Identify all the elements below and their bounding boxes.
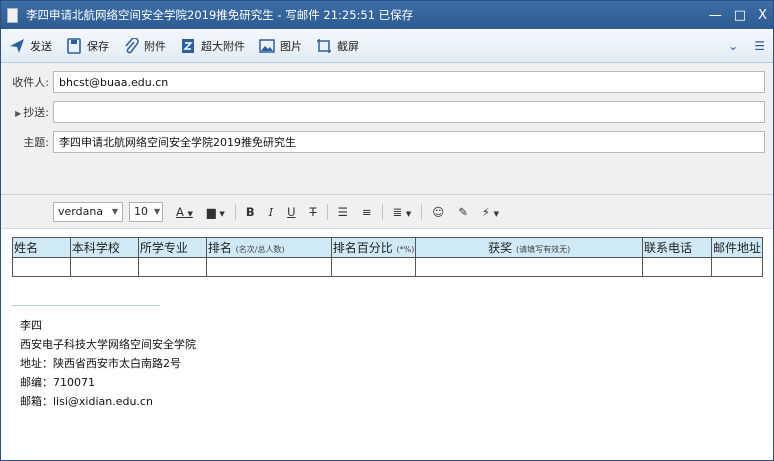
table-cell[interactable] <box>415 257 643 277</box>
screenshot-label: 截屏 <box>337 39 359 53</box>
attach-button[interactable]: 附件 <box>123 36 166 54</box>
archive-icon <box>180 38 196 54</box>
table-header-cell: 姓名 <box>12 237 71 258</box>
window-controls: — □ X <box>709 8 767 23</box>
paperclip-icon <box>123 36 139 54</box>
numbered-list-icon[interactable]: ≡ <box>362 205 372 219</box>
table-cell[interactable] <box>330 257 417 277</box>
compose-window: 李四申请北航网络空间安全学院2019推免研究生 - 写邮件 21:25:51 已… <box>0 0 774 461</box>
table-cell[interactable] <box>12 257 71 277</box>
triangle-right-icon: ▶ <box>15 109 22 118</box>
format-painter-icon[interactable]: ✎ <box>458 205 468 219</box>
divider <box>326 203 328 220</box>
format-toolbar: verdana ▼ 10 ▼ A ▼ ▆ ▼ B I U T ☰ ≡ ≣ ▼ ☺ ✎… <box>1 195 773 229</box>
table-row <box>12 257 764 277</box>
table-header-cell: 所学专业 <box>137 237 207 258</box>
save-button[interactable]: 保存 <box>66 37 109 54</box>
maximize-button[interactable]: □ <box>734 8 746 23</box>
signature-postcode: 邮编：710071 <box>20 376 95 389</box>
to-input[interactable] <box>53 71 765 93</box>
chevron-down-icon: ▼ <box>154 207 161 216</box>
font-size-select[interactable]: 10 ▼ <box>129 201 163 222</box>
toolbar-right: ⌄ ☰ <box>728 39 765 53</box>
signature: 李四 西安电子科技大学网络空间安全学院 地址：陕西省西安市太白南路2号 邮编：7… <box>20 316 196 411</box>
underline-icon[interactable]: U <box>287 205 295 219</box>
table-header-cell: 获奖 (请填写有效无) <box>415 237 643 258</box>
signature-school: 西安电子科技大学网络空间安全学院 <box>20 338 196 351</box>
bullet-list-icon[interactable]: ☰ <box>338 205 348 219</box>
magic-wand-icon[interactable]: ⚡ ▼ <box>482 205 499 219</box>
font-size-value: 10 <box>134 205 148 218</box>
cc-label-wrap[interactable]: ▶ 抄送: <box>9 104 53 120</box>
cc-row: ▶ 抄送: <box>9 97 765 127</box>
send-label: 发送 <box>30 39 52 53</box>
message-body[interactable]: 姓名 本科学校 所学专业 排名 (名次/总人数) 排名百分比 (*%) 获奖 (… <box>1 229 773 459</box>
big-attach-label: 超大附件 <box>201 39 245 53</box>
minimize-button[interactable]: — <box>709 8 722 23</box>
subject-label: 主题: <box>23 136 49 149</box>
toolbar: 发送 保存 附件 超大附件 图片 截屏 ⌄ ☰ <box>1 29 773 63</box>
to-label: 收件人: <box>12 76 49 89</box>
title-bar: 李四申请北航网络空间安全学院2019推免研究生 - 写邮件 21:25:51 已… <box>1 1 773 29</box>
floppy-disk-icon <box>66 37 82 54</box>
signature-divider <box>12 305 160 306</box>
strikethrough-icon[interactable]: T <box>310 205 317 219</box>
attach-label: 附件 <box>144 39 166 53</box>
header-fields: 收件人: ▶抄送: 主题: <box>1 63 773 195</box>
divider <box>234 203 236 220</box>
picture-icon <box>259 38 275 54</box>
font-family-select[interactable]: verdana ▼ <box>53 201 123 222</box>
subject-input[interactable] <box>53 131 765 153</box>
menu-icon[interactable]: ☰ <box>754 39 765 53</box>
table-cell[interactable] <box>710 257 764 277</box>
image-button[interactable]: 图片 <box>259 38 302 54</box>
send-button[interactable]: 发送 <box>9 38 52 54</box>
paper-plane-icon <box>9 38 25 54</box>
subject-row: 主题: <box>9 127 765 157</box>
document-icon <box>7 7 18 23</box>
table-header-row: 姓名 本科学校 所学专业 排名 (名次/总人数) 排名百分比 (*%) 获奖 (… <box>12 237 764 258</box>
cc-label: 抄送: <box>23 106 49 119</box>
table-header-cell: 本科学校 <box>69 237 139 258</box>
signature-address: 地址：陕西省西安市太白南路2号 <box>20 357 181 370</box>
signature-email: 邮箱：lisi@xidian.edu.cn <box>20 395 153 408</box>
table-header-cell: 邮件地址 <box>710 237 764 258</box>
table-cell[interactable] <box>137 257 207 277</box>
to-row: 收件人: <box>9 67 765 97</box>
crop-icon <box>316 38 332 54</box>
cc-input[interactable] <box>53 101 765 123</box>
font-color-icon[interactable]: A ▼ <box>176 205 193 219</box>
chevron-down-icon: ▼ <box>111 207 118 216</box>
highlight-color-icon[interactable]: ▆ ▼ <box>207 205 225 219</box>
table-cell[interactable] <box>69 257 139 277</box>
italic-icon[interactable]: I <box>269 205 274 219</box>
divider <box>381 203 383 220</box>
window-title: 李四申请北航网络空间安全学院2019推免研究生 - 写邮件 21:25:51 已… <box>26 8 414 22</box>
table-header-cell: 联系电话 <box>642 237 712 258</box>
save-label: 保存 <box>87 39 109 53</box>
bold-icon[interactable]: B <box>246 205 255 219</box>
align-icon[interactable]: ≣ ▼ <box>393 205 412 219</box>
info-table: 姓名 本科学校 所学专业 排名 (名次/总人数) 排名百分比 (*%) 获奖 (… <box>12 237 764 277</box>
font-family-value: verdana <box>58 205 104 218</box>
table-header-cell: 排名百分比 (*%) <box>330 237 417 258</box>
screenshot-button[interactable]: 截屏 <box>316 38 359 54</box>
table-cell[interactable] <box>205 257 332 277</box>
chevron-down-icon[interactable]: ⌄ <box>728 39 738 53</box>
table-cell[interactable] <box>642 257 712 277</box>
emoji-icon[interactable]: ☺ <box>432 205 444 219</box>
image-label: 图片 <box>280 39 302 53</box>
signature-name: 李四 <box>20 319 42 332</box>
table-header-cell: 排名 (名次/总人数) <box>205 237 332 258</box>
divider <box>421 203 423 220</box>
big-attach-button[interactable]: 超大附件 <box>180 38 245 54</box>
close-button[interactable]: X <box>758 8 767 23</box>
